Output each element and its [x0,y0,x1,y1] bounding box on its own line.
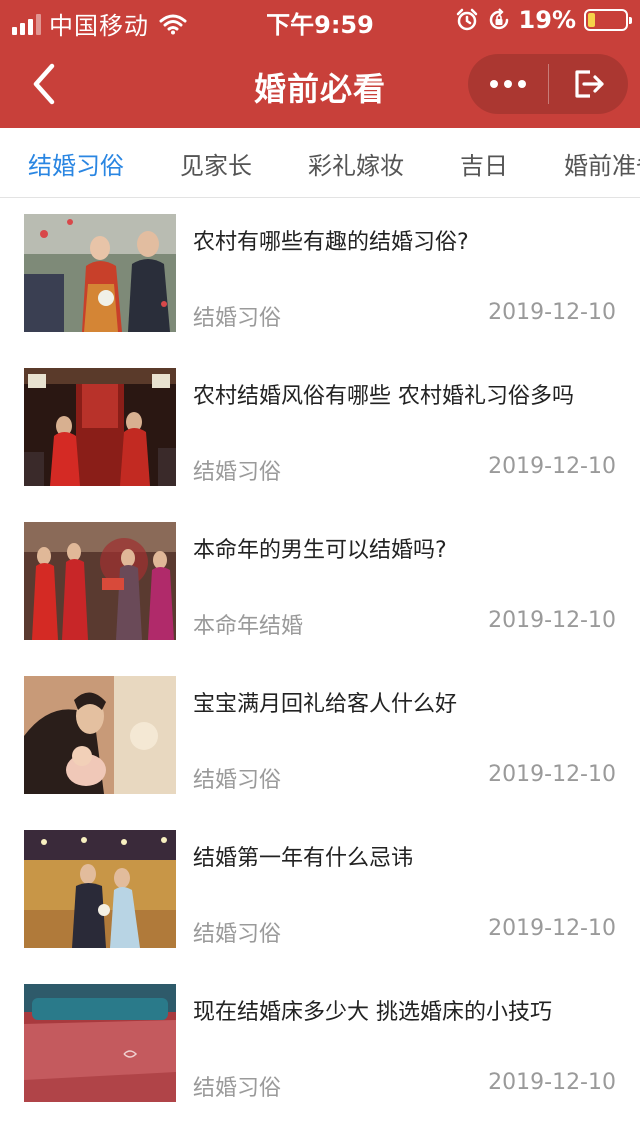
rotation-lock-icon [489,8,508,30]
article-thumbnail [24,214,176,332]
article-title: 本命年的男生可以结婚吗? [193,538,447,563]
list-item[interactable]: 农村有哪些有趣的结婚习俗? 结婚习俗 2019-12-10 [0,198,640,352]
list-item[interactable]: 结婚第一年有什么忌讳 结婚习俗 2019-12-10 [0,814,640,968]
battery-icon [584,9,632,31]
list-item[interactable]: 农村结婚风俗有哪些 农村婚礼习俗多吗 结婚习俗 2019-12-10 [0,352,640,506]
tab-betrothal-gifts[interactable]: 彩礼嫁妆 [308,146,404,181]
battery-percent: 19% [518,6,576,34]
article-title: 结婚第一年有什么忌讳 [193,846,414,871]
article-category: 结婚习俗 [193,306,282,331]
article-date: 2019-12-10 [488,762,616,787]
list-item[interactable]: 本命年的男生可以结婚吗? 本命年结婚 2019-12-10 [0,506,640,660]
article-thumbnail [24,830,176,948]
top-bar: 中国移动 下午9:59 19% 婚前必看 [0,0,640,128]
article-date: 2019-12-10 [488,916,616,941]
more-dots-icon [489,80,526,88]
article-category: 结婚习俗 [193,1076,282,1101]
article-thumbnail [24,984,176,1102]
tab-meet-parents[interactable]: 见家长 [180,146,252,181]
article-title: 现在结婚床多少大 挑选婚床的小技巧 [193,1000,552,1025]
tab-auspicious-day[interactable]: 吉日 [460,146,508,181]
alarm-icon [456,8,477,31]
article-thumbnail [24,676,176,794]
tab-premarital-prep[interactable]: 婚前准备 [564,146,640,181]
list-item[interactable]: 现在结婚床多少大 挑选婚床的小技巧 结婚习俗 2019-12-10 [0,968,640,1122]
article-list: 农村有哪些有趣的结婚习俗? 结婚习俗 2019-12-10 农村结婚风俗有哪些 … [0,198,640,1122]
article-title: 农村结婚风俗有哪些 农村婚礼习俗多吗 [193,384,574,409]
tab-wedding-customs[interactable]: 结婚习俗 [28,146,124,181]
article-date: 2019-12-10 [488,454,616,479]
more-button[interactable] [468,54,548,114]
article-date: 2019-12-10 [488,300,616,325]
exit-button[interactable] [549,54,629,114]
exit-icon [575,70,604,98]
article-thumbnail [24,368,176,486]
article-category: 结婚习俗 [193,922,282,947]
article-title: 宝宝满月回礼给客人什么好 [193,692,458,717]
battery-level [588,13,595,27]
article-date: 2019-12-10 [488,1070,616,1095]
article-date: 2019-12-10 [488,608,616,633]
status-right: 19% [455,6,632,34]
article-category: 结婚习俗 [193,460,282,485]
article-title: 农村有哪些有趣的结婚习俗? [193,230,469,255]
category-tabs: 结婚习俗 见家长 彩礼嫁妆 吉日 婚前准备 [0,128,640,198]
article-category: 结婚习俗 [193,768,282,793]
article-thumbnail [24,522,176,640]
article-category: 本命年结婚 [193,614,304,639]
nav-header: 婚前必看 [0,40,640,128]
mini-program-capsule [468,54,628,114]
list-item[interactable]: 宝宝满月回礼给客人什么好 结婚习俗 2019-12-10 [0,660,640,814]
status-bar: 中国移动 下午9:59 19% [0,0,640,40]
